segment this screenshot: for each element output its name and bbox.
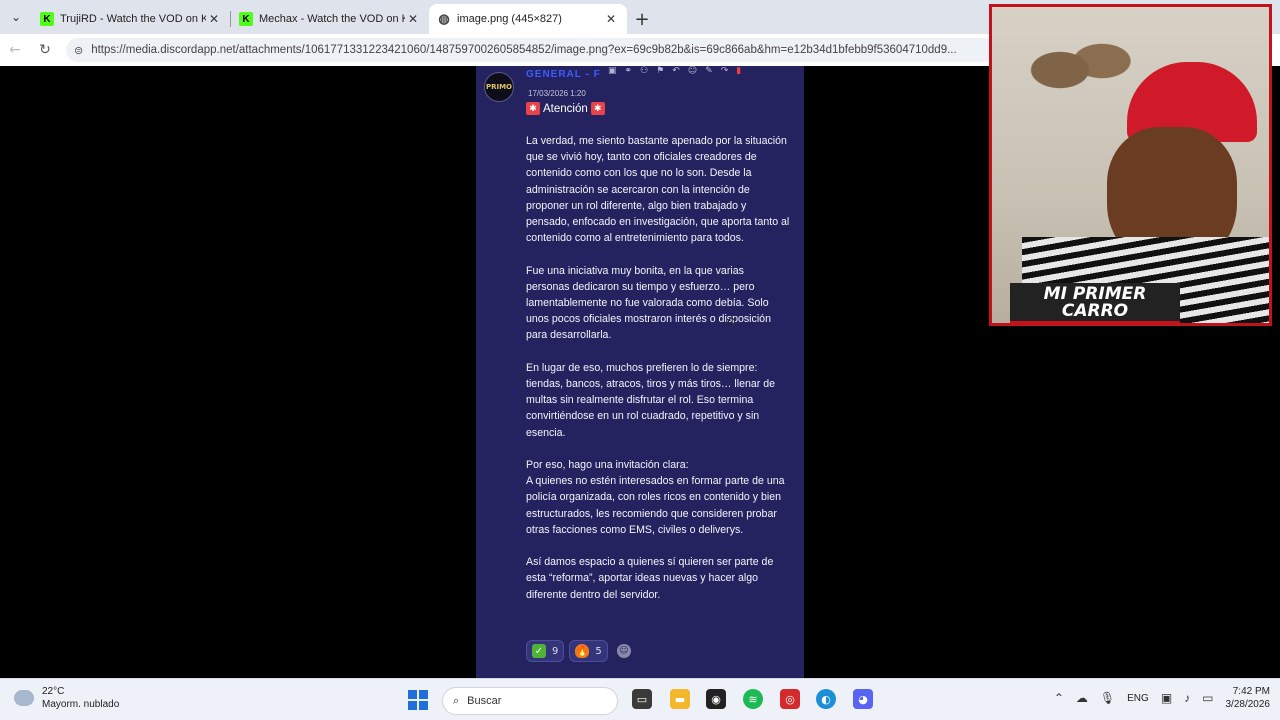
- spotify-icon[interactable]: ≋: [743, 689, 763, 709]
- tab-list-chevron-icon[interactable]: ⌄: [0, 0, 32, 34]
- windows-taskbar: 22°C Mayorm. nublado ⌕ Buscar ▭ ▬ ◉ ≋ ◎ …: [0, 678, 1280, 720]
- headline-text: Atención: [543, 102, 588, 115]
- webcam-overlay: MI PRIMER CARRO: [989, 4, 1272, 326]
- address-url: https://media.discordapp.net/attachments…: [91, 44, 957, 56]
- message-paragraph: En lugar de eso, muchos prefieren lo de …: [526, 361, 776, 439]
- webcam-banner: MI PRIMER CARRO: [1010, 283, 1180, 323]
- clock-time: 7:42 PM: [1232, 686, 1270, 697]
- battery-icon[interactable]: ▭: [1202, 691, 1213, 705]
- check-icon: ✓: [532, 644, 546, 658]
- reaction-count: 5: [595, 645, 602, 657]
- globe-icon: ◍: [438, 11, 450, 26]
- tab-title: image.png (445×827): [457, 13, 562, 25]
- message-paragraph: Por eso, hago una invitación clara:: [526, 459, 689, 472]
- close-icon[interactable]: ✕: [603, 12, 619, 26]
- site-info-icon[interactable]: ⊜: [74, 44, 83, 57]
- message-paragraph: A quienes no estén interesados en formar…: [526, 475, 785, 536]
- discord-message-image: PRIMO GENERAL - F ▣ ⚭ ⚇ ⚑ ↶ ☺ ✎ ↷ ▮ 17/0…: [476, 66, 804, 678]
- edit-icon: ✎: [705, 66, 713, 76]
- delete-icon: ▮: [736, 66, 742, 76]
- tab-title: Mechax - Watch the VOD on Kick: [259, 13, 405, 25]
- reply-icon: ↶: [672, 66, 680, 76]
- message-paragraph: La verdad, me siento bastante apenado po…: [526, 135, 790, 245]
- message-toolbar: ▣ ⚭ ⚇ ⚑ ↶ ☺ ✎ ↷ ▮: [608, 66, 788, 76]
- weather-temp: 22°C: [42, 686, 65, 697]
- message-timestamp: 17/03/2026 1:20: [528, 89, 586, 98]
- close-icon[interactable]: ✕: [405, 12, 421, 26]
- message-paragraph: Así damos espacio a quienes sí quieren s…: [526, 556, 774, 601]
- copy-icon: ▣: [608, 66, 617, 76]
- clock-date: 3/28/2026: [1225, 699, 1271, 710]
- file-explorer-icon[interactable]: ▬: [670, 689, 690, 709]
- link-icon: ⚭: [624, 66, 633, 76]
- tab-trujird[interactable]: K TrujiRD - Watch the VOD on Kick ✕: [32, 4, 230, 34]
- emoji-icon: ☺: [687, 66, 698, 76]
- reaction-count: 9: [552, 645, 559, 657]
- kick-icon: K: [40, 12, 54, 26]
- author-name: GENERAL - F: [526, 69, 601, 80]
- world-map-decoration: [1012, 25, 1132, 115]
- fire-icon: 🔥: [575, 644, 590, 658]
- task-view-icon[interactable]: ▭: [632, 689, 652, 709]
- siren-icon: ✱: [526, 102, 540, 115]
- back-icon[interactable]: ←: [0, 42, 30, 58]
- new-tab-button[interactable]: +: [627, 4, 657, 34]
- reload-icon[interactable]: ↻: [30, 42, 60, 58]
- windows-start-icon[interactable]: [408, 690, 428, 710]
- app-red-icon[interactable]: ◎: [780, 689, 800, 709]
- taskbar-search[interactable]: ⌕ Buscar: [442, 687, 618, 715]
- reaction-check: ✓ 9: [526, 640, 565, 662]
- reaction-fire: 🔥 5: [569, 640, 608, 662]
- avatar: PRIMO: [484, 72, 514, 102]
- clock[interactable]: 7:42 PM 3/28/2026: [1226, 685, 1271, 711]
- add-reaction-icon: ☺: [616, 644, 631, 658]
- edge-icon[interactable]: ◐: [816, 689, 836, 709]
- bookmark-icon: ⚑: [656, 66, 665, 76]
- chevron-up-icon[interactable]: ⌃: [1054, 691, 1064, 705]
- message-body: La verdad, me siento bastante apenado po…: [526, 133, 790, 619]
- weather-desc: Mayorm. nublado: [42, 699, 120, 710]
- people-icon: ⚇: [640, 66, 649, 76]
- search-placeholder: Buscar: [467, 695, 502, 707]
- network-icon[interactable]: ▣: [1161, 691, 1172, 705]
- message-paragraph: Fue una iniciativa muy bonita, en la que…: [526, 264, 771, 342]
- search-icon: ⌕: [453, 694, 460, 707]
- discord-icon[interactable]: ◕: [853, 689, 873, 709]
- tab-image[interactable]: ◍ image.png (445×827) ✕: [429, 4, 627, 34]
- microphone-icon[interactable]: 🎙: [1100, 691, 1115, 705]
- system-tray: ⌃ ☁ 🎙 ENG ▣ ♪ ▭ 7:42 PM 3/28/2026: [1054, 685, 1270, 711]
- message-headline: ✱ Atención ✱: [526, 102, 605, 115]
- tab-mechax[interactable]: K Mechax - Watch the VOD on Kick ✕: [231, 4, 429, 34]
- cloud-icon: [14, 690, 34, 706]
- siren-icon: ✱: [590, 102, 605, 115]
- reactions-bar: ✓ 9 🔥 5 ☺: [526, 640, 631, 662]
- language-indicator[interactable]: ENG: [1127, 693, 1149, 704]
- mouse-cursor: [728, 318, 735, 325]
- kick-icon: K: [239, 12, 253, 26]
- close-icon[interactable]: ✕: [206, 12, 222, 26]
- app-icon[interactable]: ◉: [706, 689, 726, 709]
- tab-title: TrujiRD - Watch the VOD on Kick: [60, 13, 206, 25]
- weather-widget[interactable]: 22°C Mayorm. nublado: [14, 685, 119, 711]
- address-bar[interactable]: ⊜ https://media.discordapp.net/attachmen…: [66, 38, 996, 62]
- volume-icon[interactable]: ♪: [1184, 691, 1190, 705]
- forward-icon: ↷: [720, 66, 729, 76]
- cloud-sync-icon[interactable]: ☁: [1076, 691, 1088, 705]
